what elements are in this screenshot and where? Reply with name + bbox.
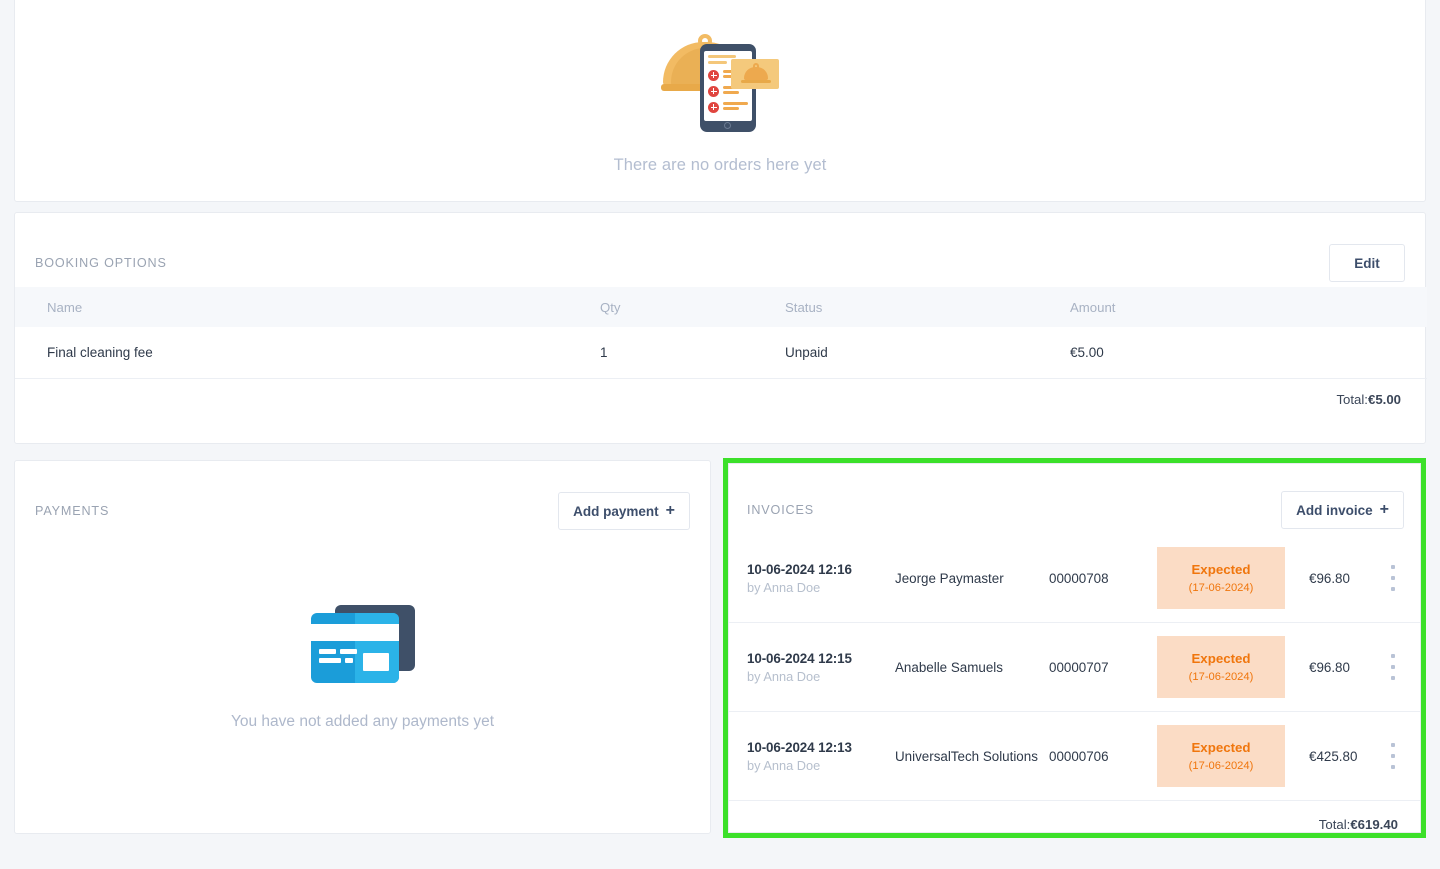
status-label: Expected (1191, 651, 1251, 666)
page-root: There are no orders here yet BOOKING OPT… (0, 0, 1440, 869)
cell-name: Final cleaning fee (15, 327, 600, 379)
status-date: (17-06-2024) (1188, 582, 1254, 594)
credit-cards-illustration (310, 605, 415, 683)
add-invoice-label: Add invoice (1296, 502, 1373, 518)
booking-options-total-value: €5.00 (1367, 392, 1401, 407)
column-header-name: Name (47, 299, 83, 315)
invoice-amount: €96.80 (1309, 570, 1350, 586)
table-row[interactable]: 10-06-2024 12:16 by Anna Doe Jeorge Paym… (729, 534, 1420, 623)
column-header-qty: Qty (600, 299, 621, 315)
edit-booking-options-button[interactable]: Edit (1329, 244, 1405, 282)
status-badge: Expected (17-06-2024) (1157, 636, 1285, 698)
orders-card: There are no orders here yet (14, 0, 1426, 202)
booking-options-total: Total:€5.00 (15, 379, 1425, 407)
cell-amount: €5.00 (1070, 327, 1427, 379)
invoices-total: Total:€619.40 (729, 803, 1420, 832)
status-date: (17-06-2024) (1188, 760, 1254, 772)
menu-card-icon (731, 58, 779, 89)
invoice-date-cell: 10-06-2024 12:16 by Anna Doe (747, 562, 881, 595)
invoice-number: 00000708 (1049, 570, 1109, 586)
table-row[interactable]: 10-06-2024 12:13 by Anna Doe UniversalTe… (729, 712, 1420, 801)
payments-header: PAYMENTS Add payment + (15, 461, 710, 535)
booking-options-total-label: Total: (1336, 392, 1368, 407)
status-label: Expected (1191, 740, 1251, 755)
invoices-total-value: €619.40 (1350, 817, 1398, 832)
booking-options-header: BOOKING OPTIONS Edit (15, 213, 1425, 287)
status-badge: Expected (17-06-2024) (1157, 547, 1285, 609)
payments-card: PAYMENTS Add payment + You have not adde… (14, 460, 711, 834)
invoices-title: INVOICES (747, 503, 814, 517)
invoice-client: Jeorge Paymaster (895, 570, 1004, 586)
invoice-date-cell: 10-06-2024 12:15 by Anna Doe (747, 651, 881, 684)
row-menu-icon[interactable] (1380, 561, 1406, 595)
invoices-total-label: Total: (1318, 817, 1351, 832)
status-badge: Expected (17-06-2024) (1157, 725, 1285, 787)
invoice-author: by Anna Doe (747, 579, 821, 595)
invoice-number: 00000706 (1049, 748, 1109, 764)
invoice-date: 10-06-2024 12:16 (747, 561, 852, 577)
table-row: Final cleaning fee 1 Unpaid €5.00 (15, 327, 1427, 379)
status-date: (17-06-2024) (1188, 671, 1254, 683)
invoice-date-cell: 10-06-2024 12:13 by Anna Doe (747, 740, 881, 773)
booking-options-table-body: Final cleaning fee 1 Unpaid €5.00 (15, 327, 1427, 379)
booking-options-title: BOOKING OPTIONS (35, 256, 167, 270)
column-header-status: Status (785, 299, 823, 315)
invoice-author: by Anna Doe (747, 668, 821, 684)
add-invoice-button[interactable]: Add invoice + (1281, 491, 1404, 529)
invoice-number: 00000707 (1049, 659, 1109, 675)
invoices-card: INVOICES Add invoice + 10-06-2024 12:16 … (728, 463, 1421, 833)
cell-qty: 1 (600, 327, 785, 379)
booking-options-table-header: Name Qty Status Amount (15, 287, 1427, 327)
table-header-row: Name Qty Status Amount (15, 287, 1427, 327)
column-header-amount: Amount (1070, 299, 1116, 315)
status-label: Expected (1191, 562, 1251, 577)
invoice-date: 10-06-2024 12:13 (747, 739, 852, 755)
payments-empty-message: You have not added any payments yet (230, 713, 495, 730)
add-payment-button[interactable]: Add payment + (558, 492, 690, 530)
orders-empty-message: There are no orders here yet (613, 155, 827, 174)
booking-options-table: Name Qty Status Amount Final cleaning fe… (15, 287, 1427, 379)
add-payment-label: Add payment (573, 503, 659, 519)
invoices-highlight-border: INVOICES Add invoice + 10-06-2024 12:16 … (723, 458, 1426, 838)
invoice-amount: €425.80 (1309, 748, 1358, 764)
invoice-client: Anabelle Samuels (895, 659, 1003, 675)
row-menu-icon[interactable] (1380, 650, 1406, 684)
plus-icon: + (665, 502, 675, 519)
invoice-date: 10-06-2024 12:15 (747, 650, 852, 666)
payments-title: PAYMENTS (35, 504, 110, 518)
row-menu-icon[interactable] (1380, 739, 1406, 773)
cell-status: Unpaid (785, 327, 1070, 379)
booking-options-card: BOOKING OPTIONS Edit Name Qty Status Amo… (14, 212, 1427, 444)
plus-icon: + (1379, 501, 1389, 518)
invoice-client: UniversalTech Solutions (895, 748, 1038, 764)
payments-empty-state: You have not added any payments yet (15, 527, 710, 809)
invoices-list: 10-06-2024 12:16 by Anna Doe Jeorge Paym… (729, 534, 1420, 803)
invoice-amount: €96.80 (1309, 659, 1350, 675)
food-order-illustration (655, 22, 785, 134)
invoice-author: by Anna Doe (747, 757, 821, 773)
invoices-header: INVOICES Add invoice + (729, 464, 1420, 534)
table-row[interactable]: 10-06-2024 12:15 by Anna Doe Anabelle Sa… (729, 623, 1420, 712)
